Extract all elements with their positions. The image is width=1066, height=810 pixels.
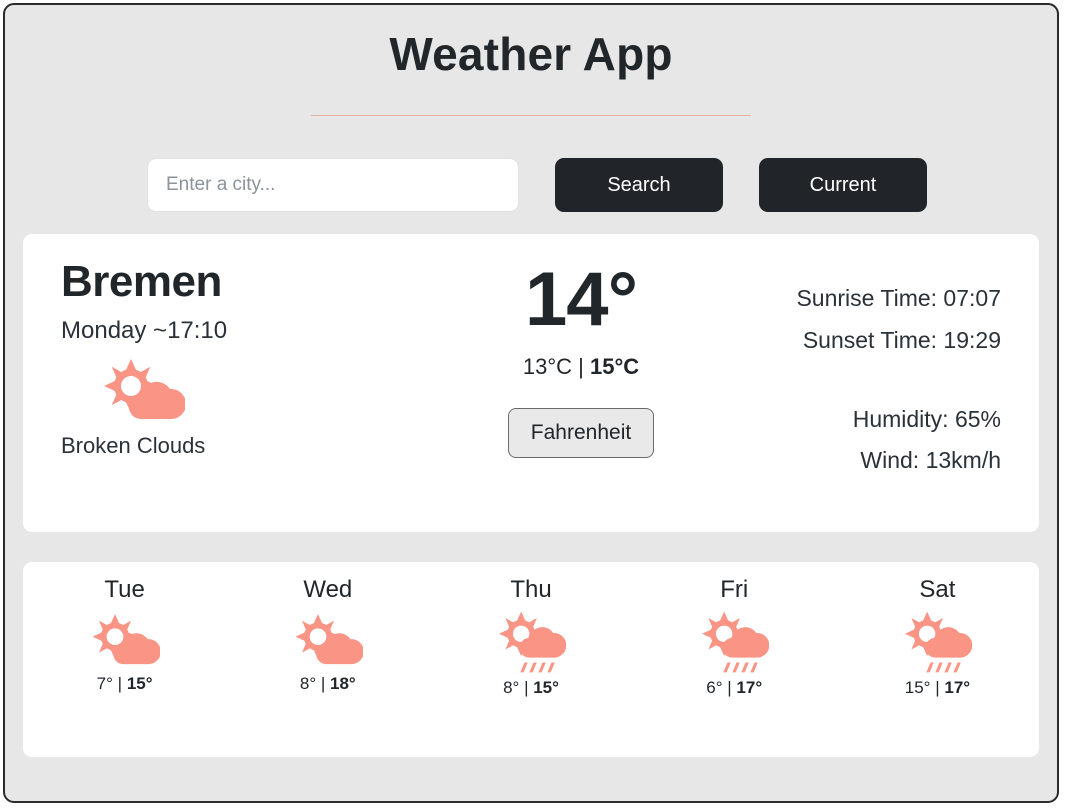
forecast-day-name: Wed xyxy=(303,576,353,604)
forecast-day-temps: 8° | 18° xyxy=(226,674,429,694)
forecast-day-temps: 6° | 17° xyxy=(633,678,836,698)
forecast-temp-min: 15° xyxy=(904,678,931,698)
forecast-temp-max: 15° xyxy=(533,678,559,698)
forecast-temp-max: 17° xyxy=(736,678,763,698)
forecast-day-name: Sat xyxy=(919,576,956,604)
forecast-temp-min: 8° xyxy=(503,678,520,698)
forecast-day-name: Tue xyxy=(104,576,145,604)
forecast-day-1: Wed 8° | 18° xyxy=(226,576,429,694)
forecast-day-temps: 7° | 15° xyxy=(23,674,226,694)
sun-cloud-icon xyxy=(23,610,226,670)
forecast-temp-separator: | xyxy=(935,678,940,698)
search-input[interactable] xyxy=(147,158,519,213)
forecast-temp-max: 18° xyxy=(330,674,356,694)
forecast-card: Tue 7° | 15° Wed 8° | 18° Thu 8° | 15° F… xyxy=(23,562,1039,758)
sun-cloud-icon xyxy=(61,357,461,423)
forecast-temp-separator: | xyxy=(117,674,123,694)
current-location-column: Bremen Monday ~17:10 Broken Clouds xyxy=(43,256,461,532)
forecast-temp-separator: | xyxy=(524,678,529,698)
forecast-day-3: Fri 6° | 17° xyxy=(633,576,836,698)
sunset-time: Sunset Time: 19:29 xyxy=(802,326,1001,353)
current-temperature: 14° xyxy=(525,257,638,343)
forecast-day-name: Fri xyxy=(720,576,749,604)
forecast-day-4: Sat 15° | 17° xyxy=(836,576,1039,698)
forecast-day-temps: 15° | 17° xyxy=(836,678,1039,698)
forecast-temp-separator: | xyxy=(727,678,732,698)
current-temp-min: 13°C xyxy=(522,353,573,379)
current-weather-card: Bremen Monday ~17:10 Broken Clouds 14° 1… xyxy=(23,234,1039,533)
humidity-value: Humidity: 65% xyxy=(852,405,1001,432)
forecast-temp-min: 7° xyxy=(96,674,113,694)
wind-value: Wind: 13km/h xyxy=(860,447,1001,474)
title-divider xyxy=(311,115,751,117)
sunrise-time: Sunrise Time: 07:07 xyxy=(796,285,1001,312)
forecast-day-2: Thu 8° | 15° xyxy=(429,576,632,698)
forecast-temp-max: 15° xyxy=(126,674,153,694)
forecast-temp-min: 6° xyxy=(706,678,723,698)
forecast-temp-max: 17° xyxy=(944,678,971,698)
current-location-button[interactable]: Current xyxy=(759,158,927,213)
forecast-temp-min: 8° xyxy=(299,674,317,694)
sun-cloud-icon xyxy=(226,610,429,670)
sun-cloud-rain-icon xyxy=(836,610,1039,674)
day-time: Monday ~17:10 xyxy=(61,316,228,344)
sun-cloud-rain-icon xyxy=(633,610,836,674)
forecast-temp-separator: | xyxy=(320,674,326,694)
city-name: Bremen xyxy=(61,257,222,307)
temp-separator: | xyxy=(578,353,584,379)
current-details-column: Sunrise Time: 07:07 Sunset Time: 19:29 H… xyxy=(701,256,1019,532)
condition-text: Broken Clouds xyxy=(61,432,206,458)
search-button[interactable]: Search xyxy=(555,158,723,213)
current-min-max: 13°C | 15°C xyxy=(461,354,701,380)
current-temperature-column: 14° 13°C | 15°C Fahrenheit xyxy=(461,256,701,532)
forecast-day-temps: 8° | 15° xyxy=(429,678,632,698)
details-spacer xyxy=(701,361,1001,399)
unit-toggle-button[interactable]: Fahrenheit xyxy=(507,407,655,458)
search-bar: Search Current xyxy=(5,158,1057,213)
weather-app-window: Weather App Search Current Bremen Monday… xyxy=(3,3,1059,803)
page-title: Weather App xyxy=(389,28,673,80)
forecast-day-0: Tue 7° | 15° xyxy=(23,576,226,694)
current-temp-max: 15°C xyxy=(589,353,640,379)
forecast-day-name: Thu xyxy=(510,576,552,604)
sun-cloud-rain-icon xyxy=(429,610,632,674)
